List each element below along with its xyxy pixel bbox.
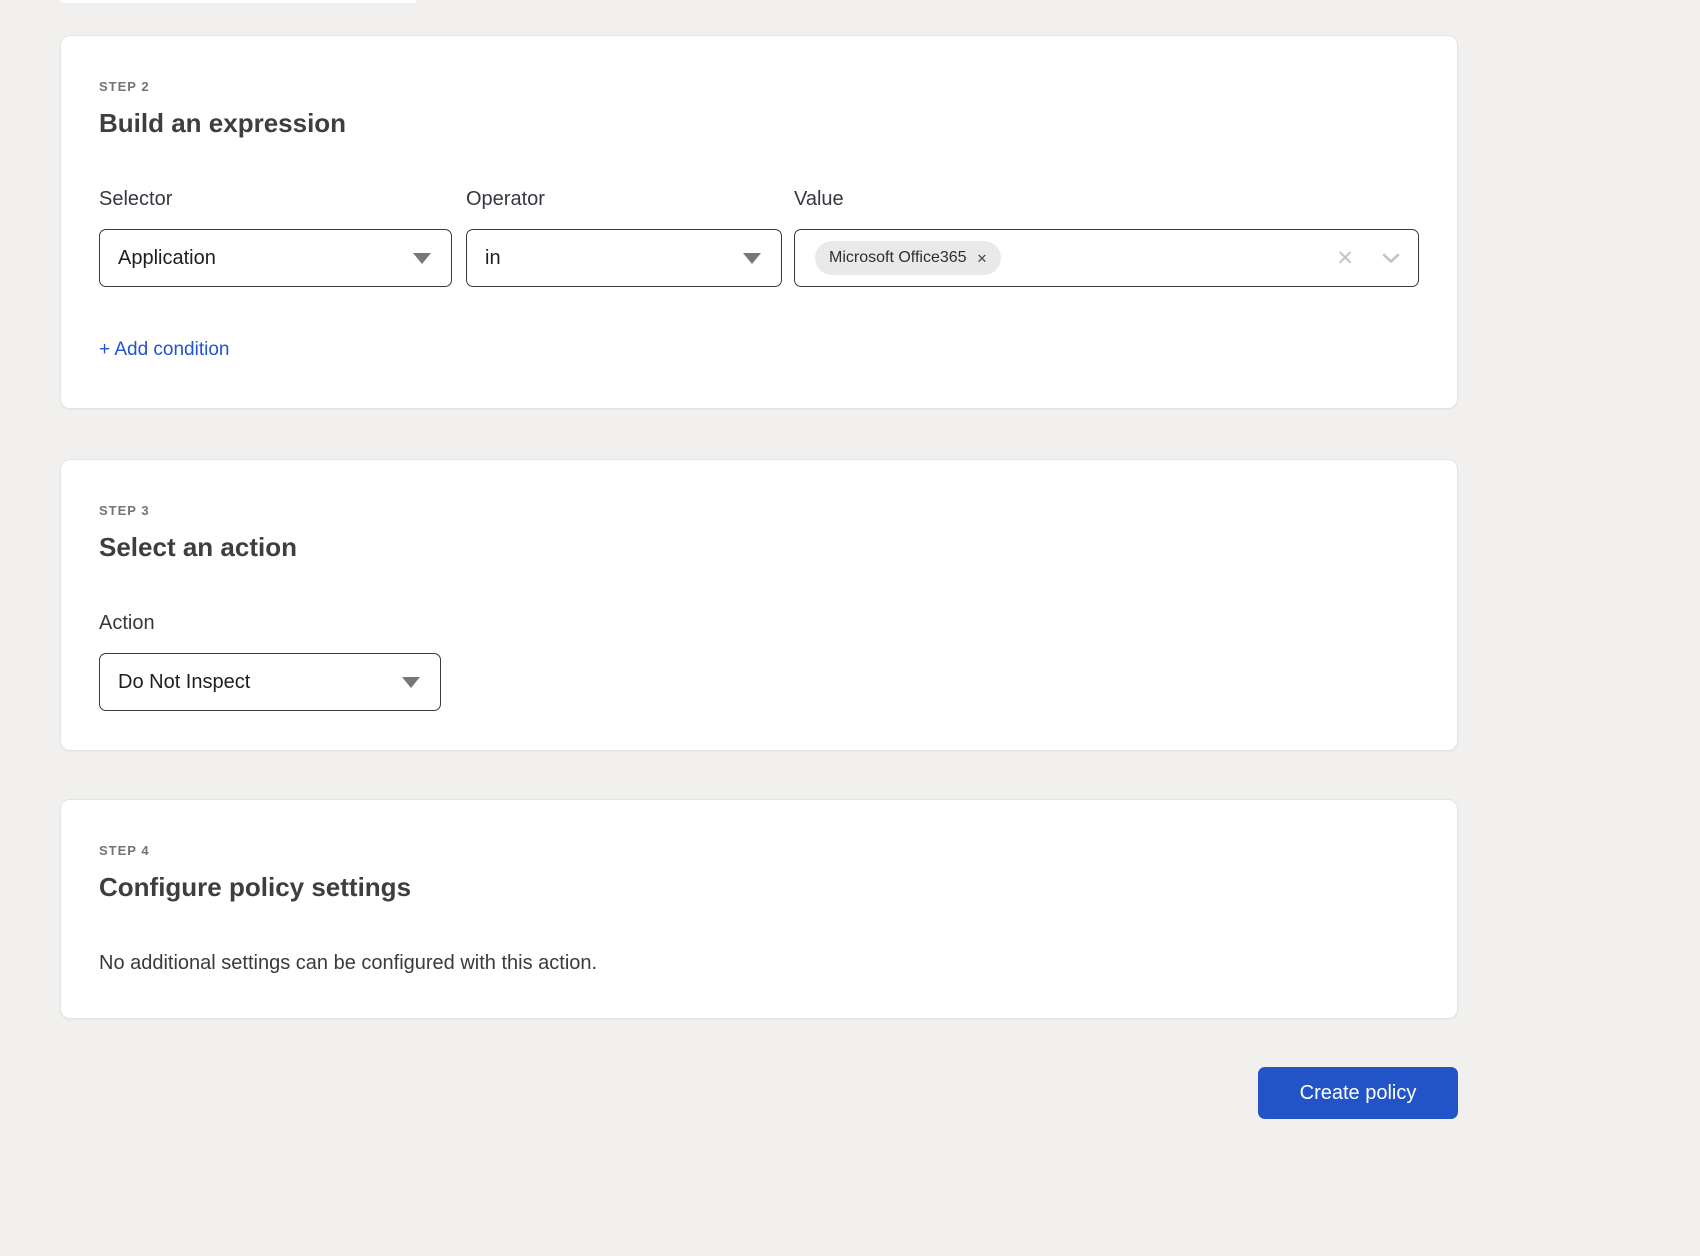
selector-label: Selector	[99, 188, 452, 211]
value-multiselect-input[interactable]: Microsoft Office365 ✕ ✕	[794, 229, 1419, 287]
step-3-card: STEP 3 Select an action Action Do Not In…	[60, 459, 1458, 751]
step-4-card: STEP 4 Configure policy settings No addi…	[60, 799, 1458, 1019]
step-4-label: STEP 4	[99, 843, 1419, 858]
step-2-title: Build an expression	[99, 108, 1419, 138]
action-dropdown[interactable]: Do Not Inspect	[99, 653, 441, 711]
footer-actions: Create policy	[60, 1067, 1458, 1119]
tag-label: Microsoft Office365	[829, 249, 967, 267]
dropdown-caret-icon	[402, 677, 420, 688]
selector-field: Selector Application	[99, 188, 452, 287]
policy-builder-page: STEP 2 Build an expression Selector Appl…	[60, 35, 1458, 1119]
value-field-controls: ✕	[1336, 248, 1400, 269]
selector-selected-value: Application	[118, 247, 216, 270]
value-label: Value	[794, 188, 1419, 211]
tag-remove-icon[interactable]: ✕	[977, 252, 988, 265]
dropdown-caret-icon	[413, 253, 431, 264]
value-field: Value Microsoft Office365 ✕ ✕	[794, 188, 1419, 287]
step-2-label: STEP 2	[99, 79, 1419, 94]
selector-dropdown[interactable]: Application	[99, 229, 452, 287]
step-3-title: Select an action	[99, 532, 1419, 562]
dropdown-caret-icon	[743, 253, 761, 264]
operator-selected-value: in	[485, 247, 501, 270]
step-4-title: Configure policy settings	[99, 872, 1419, 902]
operator-label: Operator	[466, 188, 782, 211]
operator-field: Operator in	[466, 188, 782, 287]
operator-dropdown[interactable]: in	[466, 229, 782, 287]
action-field: Action Do Not Inspect	[99, 612, 1419, 711]
clear-all-icon[interactable]: ✕	[1336, 248, 1354, 269]
action-label: Action	[99, 612, 441, 635]
selected-value-tag: Microsoft Office365 ✕	[815, 241, 1001, 275]
chevron-down-icon[interactable]	[1382, 253, 1400, 264]
step-2-card: STEP 2 Build an expression Selector Appl…	[60, 35, 1458, 409]
policy-settings-note: No additional settings can be configured…	[99, 950, 1419, 976]
expression-fields-row: Selector Application Operator in Value M…	[99, 188, 1419, 287]
create-policy-button[interactable]: Create policy	[1258, 1067, 1458, 1119]
add-condition-link[interactable]: + Add condition	[99, 339, 229, 361]
action-selected-value: Do Not Inspect	[118, 671, 250, 694]
step-3-label: STEP 3	[99, 503, 1419, 518]
previous-card-bottom-edge	[60, 0, 416, 3]
